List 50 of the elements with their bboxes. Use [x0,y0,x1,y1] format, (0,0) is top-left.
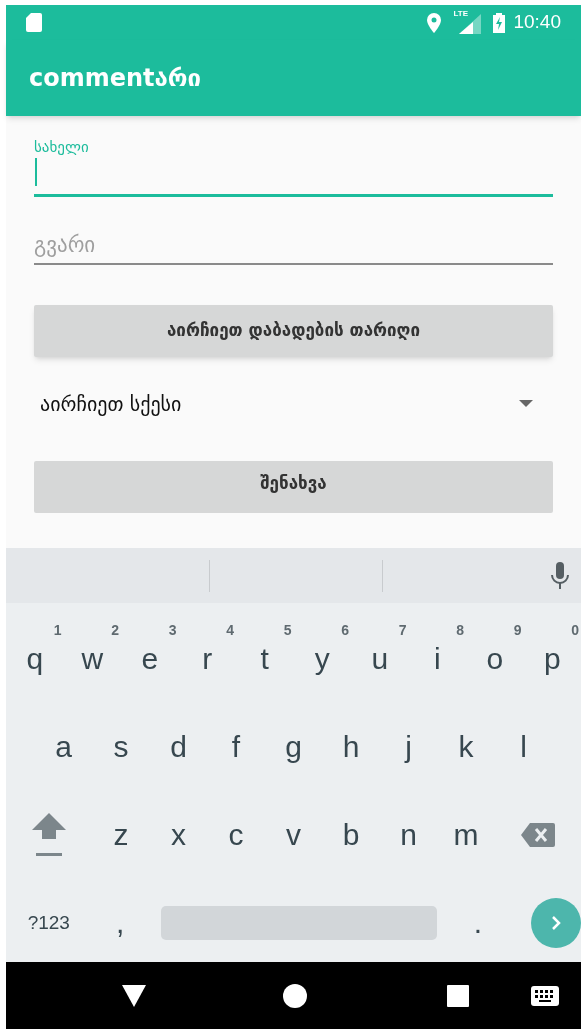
key[interactable]: d [149,717,208,777]
key[interactable]: . [449,893,507,953]
home-icon[interactable] [283,983,307,1008]
key[interactable]: v [264,805,323,865]
key[interactable]: x [149,805,208,865]
network-type: LTE [453,9,468,18]
key[interactable]: k [437,717,495,777]
gender-dropdown[interactable]: აირჩიეთ სქესი [34,376,553,431]
key-hint: 6 [341,623,349,637]
key[interactable]: n [379,805,438,865]
key-hint: 0 [571,623,579,637]
shift-icon [32,813,67,857]
key-hint: 3 [168,623,177,637]
key-hint: 2 [111,623,119,637]
app-title: commentარი [29,63,202,94]
key-hint: 7 [398,623,407,637]
symbols-key[interactable]: ?123 [6,893,92,953]
microphone-icon[interactable] [551,561,569,590]
key[interactable]: c [207,805,265,865]
save-button[interactable]: შენახვა [34,460,553,513]
key[interactable]: m [437,805,495,865]
recents-icon[interactable] [447,984,469,1007]
field-label: სახელი [34,137,90,158]
key[interactable]: , [91,893,149,953]
key-hint: 4 [226,623,234,637]
key[interactable]: g [264,717,323,777]
key[interactable]: j [379,717,438,777]
key-hint: 1 [53,623,62,637]
sd-card-icon [26,13,42,32]
back-icon[interactable] [122,984,146,1007]
chevron-right-icon [551,916,561,930]
battery-charging-icon [493,12,506,33]
text-field[interactable]: გვარი [34,226,553,265]
dropdown-arrow-icon [519,400,533,407]
key-hint: 8 [456,623,464,637]
key-hint: 5 [283,623,292,637]
key[interactable]: b [322,805,380,865]
key[interactable]: f [207,717,265,777]
keyboard-icon[interactable] [531,985,559,1006]
key[interactable]: a [34,717,93,777]
key[interactable]: z [92,805,150,865]
key[interactable]: h [322,717,380,777]
date-picker-button[interactable]: აირჩიეთ დაბადების თარიღი [34,304,553,357]
location-icon [427,12,442,33]
clock-time: 10:40 [513,10,561,35]
key[interactable]: l [494,717,553,777]
text-cursor [35,158,37,186]
key[interactable]: s [92,717,150,777]
backspace-icon [520,823,555,847]
key-hint: 9 [513,623,522,637]
